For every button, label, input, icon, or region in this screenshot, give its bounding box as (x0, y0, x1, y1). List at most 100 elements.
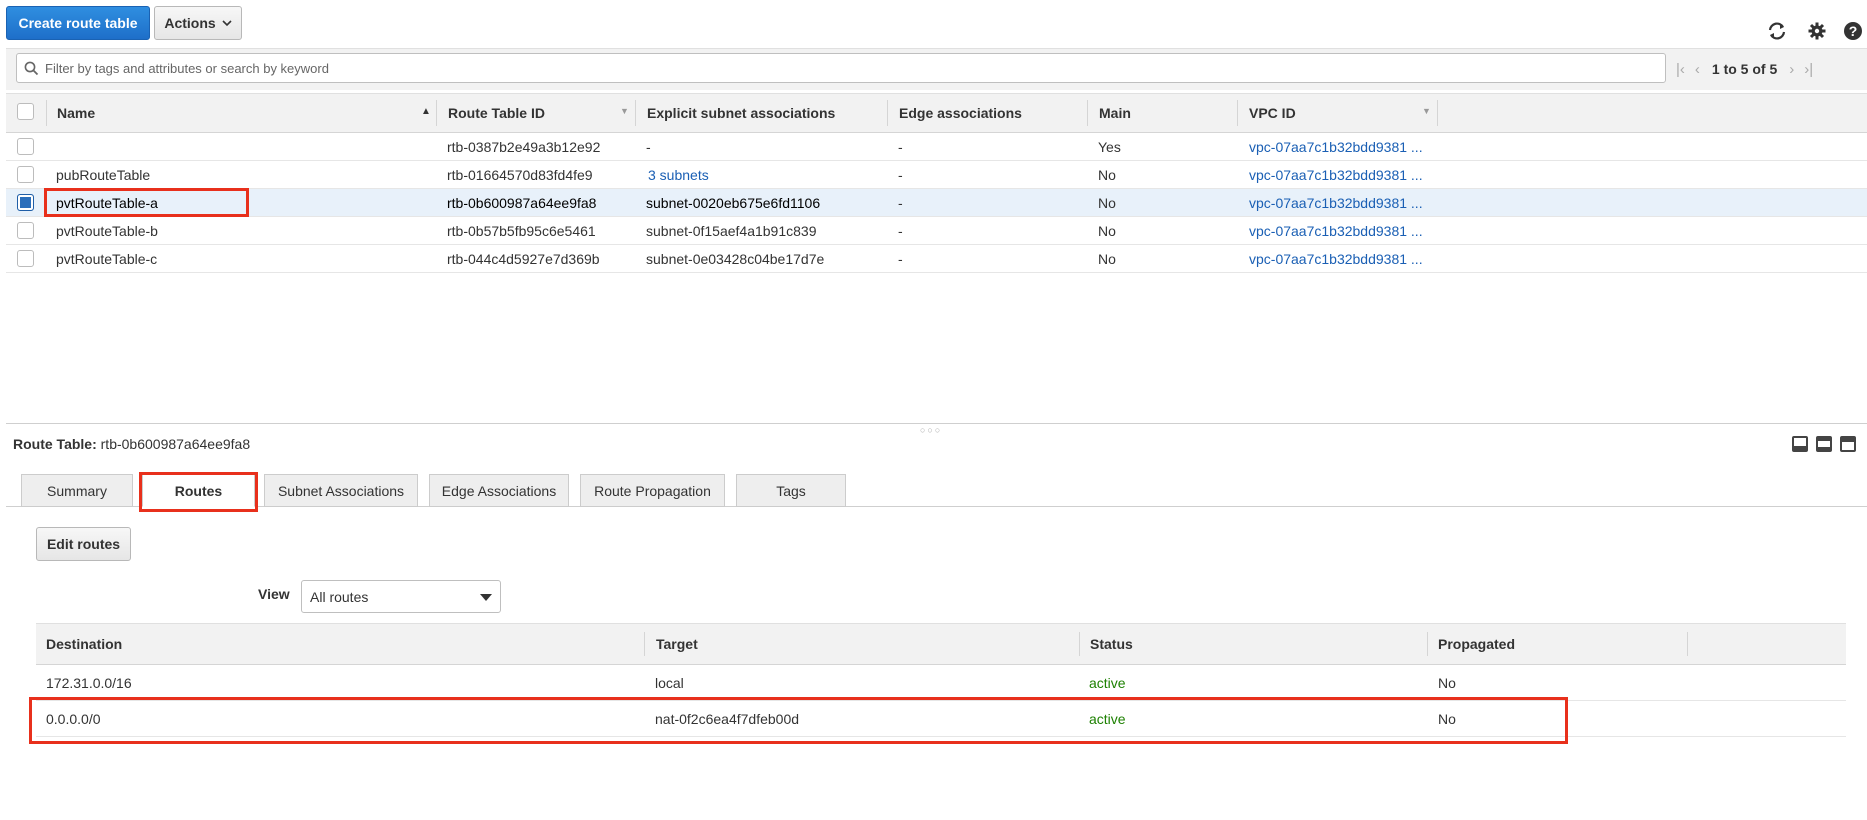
row-edge: - (898, 139, 903, 155)
resize-handle-icon[interactable]: ○○○ (920, 425, 942, 435)
filter-input[interactable] (39, 54, 1665, 82)
view-select-value: All routes (310, 588, 369, 605)
column-header-name[interactable]: Name (57, 93, 95, 133)
row-route-table-id: rtb-01664570d83fd4fe9 (447, 167, 593, 183)
refresh-icon[interactable] (1766, 20, 1788, 42)
column-header-vpc-id[interactable]: VPC ID (1249, 93, 1296, 133)
layout-bottom-icon[interactable] (1792, 436, 1808, 452)
route-destination: 0.0.0.0/0 (46, 711, 101, 727)
row-edge: - (898, 195, 903, 211)
select-all-checkbox[interactable] (17, 103, 34, 120)
row-vpc-link[interactable]: vpc-07aa7c1b32bdd9381 ... (1249, 189, 1423, 217)
row-main: No (1098, 195, 1116, 211)
table-row[interactable]: rtb-0387b2e49a3b12e92 - - Yes vpc-07aa7c… (6, 133, 1867, 161)
layout-top-icon[interactable] (1840, 436, 1856, 452)
view-select[interactable]: All routes (301, 580, 501, 613)
row-main: No (1098, 251, 1116, 267)
chevron-down-icon (222, 20, 232, 27)
row-vpc-link[interactable]: vpc-07aa7c1b32bdd9381 ... (1249, 245, 1423, 273)
caret-down-icon (480, 594, 492, 601)
row-checkbox[interactable] (17, 222, 34, 239)
tab-route-propagation[interactable]: Route Propagation (580, 474, 725, 507)
row-route-table-id: rtb-0387b2e49a3b12e92 (447, 139, 601, 155)
layout-split-icon[interactable] (1816, 436, 1832, 452)
route-status: active (1089, 675, 1126, 691)
row-vpc-link[interactable]: vpc-07aa7c1b32bdd9381 ... (1249, 217, 1423, 245)
pagination: |‹ ‹ 1 to 5 of 5 › ›| (1676, 58, 1813, 80)
prev-page-icon[interactable]: ‹ (1695, 61, 1700, 78)
row-name: pvtRouteTable-b (56, 223, 158, 239)
route-propagated: No (1438, 711, 1456, 727)
row-edge: - (898, 167, 903, 183)
row-main: No (1098, 167, 1116, 183)
row-subnets: subnet-0f15aef4a1b91c839 (646, 223, 817, 239)
last-page-icon[interactable]: ›| (1804, 61, 1813, 78)
column-header-main[interactable]: Main (1099, 93, 1131, 133)
row-checkbox[interactable] (17, 250, 34, 267)
tab-subnet-associations[interactable]: Subnet Associations (264, 474, 418, 507)
row-edge: - (898, 223, 903, 239)
column-label: VPC ID (1249, 105, 1296, 121)
route-row: 172.31.0.0/16 local active No (36, 665, 1846, 701)
routes-table-header (36, 623, 1846, 665)
edit-routes-button[interactable]: Edit routes (36, 527, 131, 561)
split-divider[interactable] (6, 423, 1867, 424)
column-label: Propagated (1438, 636, 1516, 652)
table-row[interactable]: pvtRouteTable-c rtb-044c4d5927e7d369b su… (6, 245, 1867, 273)
row-checkbox[interactable] (17, 166, 34, 183)
routes-column-destination: Destination (46, 623, 122, 665)
row-vpc-link[interactable]: vpc-07aa7c1b32bdd9381 ... (1249, 133, 1423, 161)
column-header-edge[interactable]: Edge associations (899, 93, 1022, 133)
tab-edge-associations[interactable]: Edge Associations (429, 474, 569, 507)
actions-dropdown-button[interactable]: Actions (154, 6, 242, 40)
column-label: Main (1099, 105, 1131, 121)
row-checkbox[interactable] (17, 138, 34, 155)
sort-asc-icon[interactable]: ▲ (421, 106, 431, 117)
column-label: Status (1090, 636, 1133, 652)
column-header-explicit-subnet[interactable]: Explicit subnet associations (647, 93, 835, 133)
row-vpc-link[interactable]: vpc-07aa7c1b32bdd9381 ... (1249, 161, 1423, 189)
row-route-table-id: rtb-044c4d5927e7d369b (447, 251, 600, 267)
help-icon[interactable]: ? (1842, 20, 1864, 42)
row-subnets: - (646, 139, 651, 155)
row-route-table-id: rtb-0b600987a64ee9fa8 (447, 195, 597, 211)
detail-title-value: rtb-0b600987a64ee9fa8 (100, 436, 251, 452)
sort-icon[interactable]: ▼ (1422, 106, 1431, 116)
route-target: local (655, 675, 684, 691)
view-label: View (258, 586, 290, 602)
routes-column-propagated: Propagated (1438, 623, 1515, 665)
table-row[interactable]: pvtRouteTable-b rtb-0b57b5fb95c6e5461 su… (6, 217, 1867, 245)
column-label: Explicit subnet associations (647, 105, 836, 121)
tab-summary[interactable]: Summary (21, 474, 133, 507)
first-page-icon[interactable]: |‹ (1676, 61, 1685, 78)
row-subnets-link[interactable]: 3 subnets (648, 161, 709, 189)
filter-search-box[interactable] (16, 53, 1666, 83)
sort-icon[interactable]: ▼ (620, 106, 629, 116)
column-label: Target (656, 636, 698, 652)
row-edge: - (898, 251, 903, 267)
table-row-selected[interactable]: pvtRouteTable-a rtb-0b600987a64ee9fa8 su… (6, 189, 1867, 217)
route-target-link[interactable]: nat-0f2c6ea4f7dfeb00d (655, 701, 799, 737)
create-route-table-button[interactable]: Create route table (6, 6, 150, 40)
row-name: pubRouteTable (56, 167, 151, 183)
row-subnets: subnet-0e03428c04be17d7e (646, 251, 825, 267)
row-name: pvtRouteTable-a (56, 195, 158, 211)
detail-title: Route Table: rtb-0b600987a64ee9fa8 (13, 436, 250, 452)
routes-column-target: Target (656, 623, 698, 665)
route-row: 0.0.0.0/0 nat-0f2c6ea4f7dfeb00d active N… (36, 701, 1846, 737)
tab-routes[interactable]: Routes (142, 474, 255, 507)
next-page-icon[interactable]: › (1789, 61, 1794, 78)
row-checkbox-checked[interactable] (17, 194, 34, 211)
route-status: active (1089, 711, 1126, 727)
search-icon (24, 61, 39, 75)
table-row[interactable]: pubRouteTable rtb-01664570d83fd4fe9 3 su… (6, 161, 1867, 189)
pagination-text: 1 to 5 of 5 (1711, 61, 1778, 77)
routes-column-status: Status (1090, 623, 1133, 665)
column-header-route-table-id[interactable]: Route Table ID (448, 93, 545, 133)
gear-icon[interactable] (1806, 20, 1828, 42)
tab-tags[interactable]: Tags (736, 474, 846, 507)
row-main: Yes (1098, 139, 1121, 155)
route-propagated: No (1438, 675, 1456, 691)
row-subnets: subnet-0020eb675e6fd1106 (646, 195, 821, 211)
column-label: Route Table ID (448, 105, 545, 121)
